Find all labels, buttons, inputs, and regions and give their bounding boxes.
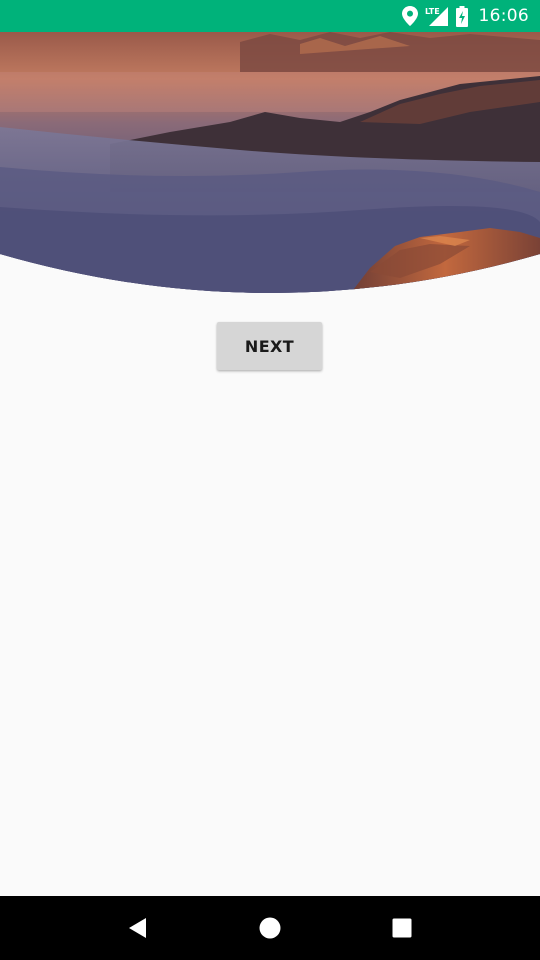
- status-bar: LTE 16:06: [0, 0, 540, 32]
- back-icon[interactable]: [114, 904, 162, 952]
- home-icon[interactable]: [246, 904, 294, 952]
- next-button[interactable]: NEXT: [217, 322, 322, 370]
- navigation-bar: [0, 896, 540, 960]
- lte-signal-icon: LTE: [424, 5, 450, 27]
- hero-image: [0, 32, 540, 293]
- location-icon: [401, 6, 418, 26]
- network-label: LTE: [425, 7, 440, 16]
- battery-charging-icon: [455, 5, 468, 27]
- clock-time: 16:06: [478, 6, 529, 26]
- recents-icon[interactable]: [378, 904, 426, 952]
